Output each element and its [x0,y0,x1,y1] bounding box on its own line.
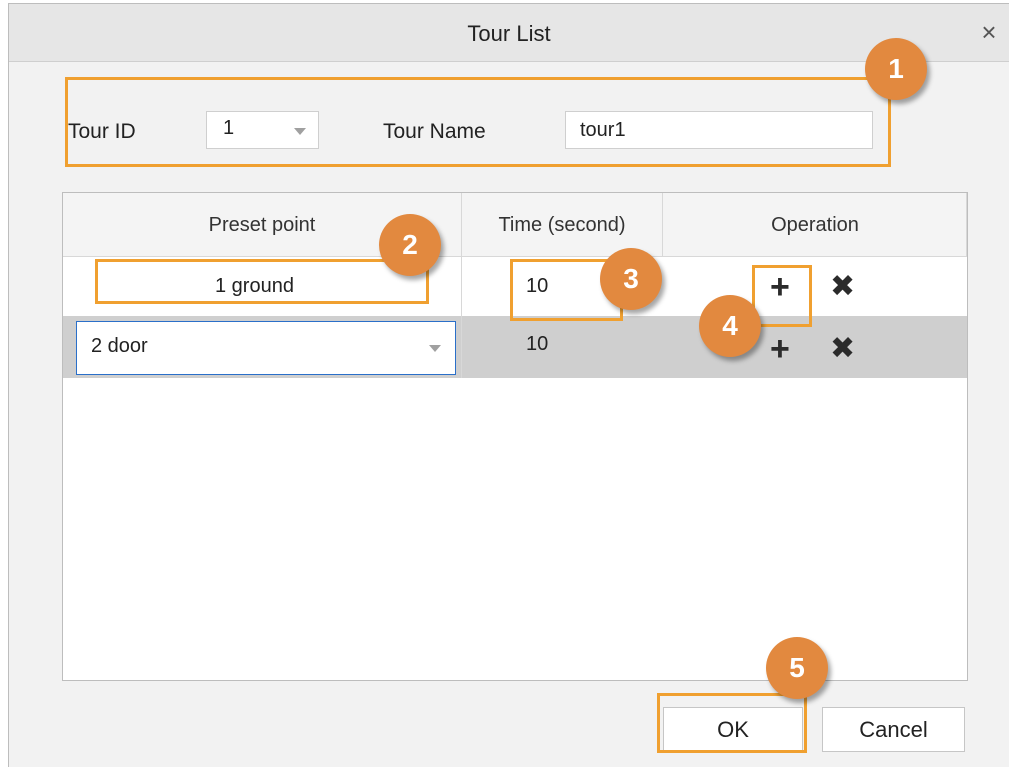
delete-icon[interactable]: ✖ [830,272,855,302]
time-cell[interactable]: 10 [526,333,548,356]
header-operation: Operation [663,193,967,257]
tour-id-value: 1 [223,117,235,139]
tour-id-select[interactable]: 1 [206,111,319,149]
callout-badge-4: 4 [699,295,761,357]
column-divider [461,193,462,378]
tour-name-input[interactable]: tour1 [565,111,873,149]
callout-badge-3: 3 [600,248,662,310]
delete-icon[interactable]: ✖ [830,334,855,364]
chevron-down-icon [294,128,306,135]
preset-select[interactable]: 2 door [76,321,456,375]
time-cell[interactable]: 10 [526,275,548,298]
preset-table: Preset point Time (second) Operation 1 g… [62,192,968,681]
preset-cell[interactable]: 1 ground [215,275,294,298]
callout-badge-1: 1 [865,38,927,100]
table-row[interactable]: 1 ground 10 + ✖ [63,257,967,316]
preset-select-value: 2 door [91,335,148,357]
chevron-down-icon [429,345,441,352]
close-icon[interactable]: × [975,18,1003,46]
tour-id-label: Tour ID [68,120,136,143]
callout-badge-2: 2 [379,214,441,276]
ok-button[interactable]: OK [663,707,803,752]
title-bar: Tour List × [9,4,1009,62]
add-icon[interactable]: + [770,270,790,304]
tour-list-dialog: Tour List × Tour ID 1 Tour Name tour1 Pr… [8,3,1009,767]
table-row[interactable]: 2 door 10 + ✖ [63,316,967,378]
column-divider [662,193,663,257]
tour-name-label: Tour Name [383,120,486,143]
cancel-button[interactable]: Cancel [822,707,965,752]
callout-badge-5: 5 [766,637,828,699]
add-icon[interactable]: + [770,332,790,366]
column-divider [966,193,967,257]
dialog-title: Tour List [467,21,551,46]
